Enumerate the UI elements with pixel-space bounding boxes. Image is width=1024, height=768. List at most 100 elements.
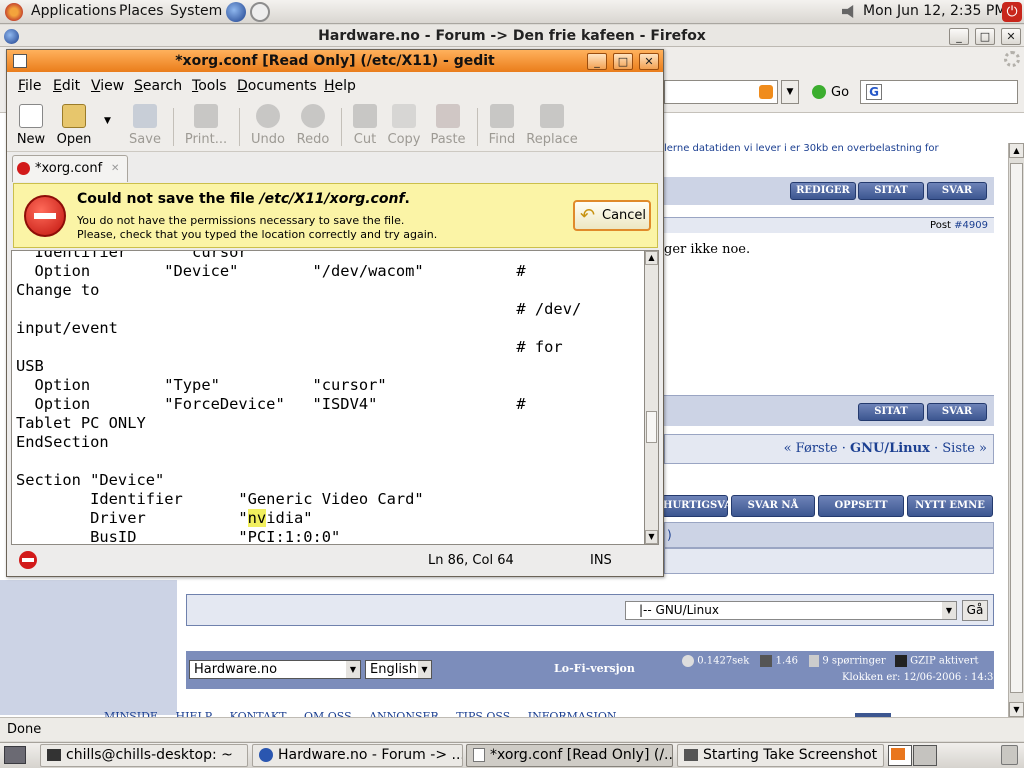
- task-terminal[interactable]: chills@chills-desktop: ~: [40, 744, 248, 767]
- gedit-maximize-button[interactable]: □: [613, 53, 633, 70]
- load-icon: [760, 655, 773, 667]
- ubuntu-logo-icon[interactable]: [5, 3, 23, 21]
- menu-applications[interactable]: Applications: [31, 3, 117, 19]
- firefox-close-button[interactable]: ✕: [1001, 28, 1021, 45]
- google-search-icon[interactable]: G: [866, 84, 882, 100]
- post-text: ger ikke noe.: [664, 242, 751, 257]
- scissors-icon: [353, 104, 377, 128]
- replace-icon: [540, 104, 564, 128]
- time-icon: [682, 655, 694, 667]
- menu-system[interactable]: System: [170, 3, 222, 19]
- site-select[interactable]: Hardware.no ▼: [189, 660, 361, 679]
- gedit-minimize-button[interactable]: _: [587, 53, 607, 70]
- hurtigsvar-button[interactable]: HURTIGSVAR: [662, 495, 740, 517]
- sitat-button-2[interactable]: SITAT: [858, 403, 924, 421]
- firefox-statusbar: Done: [0, 717, 1024, 741]
- menu-file[interactable]: File: [18, 78, 41, 94]
- top-panel: Applications Places System Mon Jun 12, 2…: [0, 0, 1024, 24]
- document-tab[interactable]: *xorg.conf ✕: [12, 155, 128, 182]
- power-icon[interactable]: ⏻: [1002, 2, 1022, 22]
- task-gedit[interactable]: *xorg.conf [Read Only] (/...: [466, 744, 673, 767]
- pager-section[interactable]: GNU/Linux: [850, 441, 930, 456]
- stat-queries: 9 spørringer: [822, 655, 886, 667]
- post-number-link[interactable]: #4909: [954, 220, 988, 231]
- gedit-menubar: File Edit View Search Tools Documents He…: [7, 72, 663, 100]
- volume-icon[interactable]: [842, 5, 854, 18]
- nytt-emne-button[interactable]: NYTT EMNE: [907, 495, 993, 517]
- cancel-button[interactable]: ↶ Cancel: [573, 200, 651, 231]
- jump-select[interactable]: |-- GNU/Linux ▼: [625, 601, 957, 620]
- rediger-button[interactable]: REDIGER: [790, 182, 856, 200]
- firefox-title: Hardware.no - Forum -> Den frie kafeen -…: [318, 28, 706, 44]
- pager-first[interactable]: « Første: [784, 441, 838, 456]
- firefox-minimize-button[interactable]: _: [949, 28, 969, 45]
- menu-help[interactable]: Help: [324, 78, 356, 94]
- firefox-maximize-button[interactable]: □: [975, 28, 995, 45]
- open-button[interactable]: Open: [55, 102, 93, 147]
- find-button[interactable]: Find: [486, 102, 518, 147]
- gzip-icon: [894, 655, 907, 667]
- firefox-launcher-icon[interactable]: [226, 2, 246, 22]
- menu-search[interactable]: Search: [134, 78, 182, 94]
- footer-links[interactable]: MINSIDE HJELP KONTAKT OM OSS ANNONSER TI…: [104, 710, 904, 717]
- paste-button[interactable]: Paste: [429, 102, 467, 147]
- copy-button[interactable]: Copy: [387, 102, 421, 147]
- task-screenshot[interactable]: Starting Take Screenshot: [677, 744, 884, 767]
- go-icon[interactable]: [812, 85, 826, 99]
- stats-row: 0.1427sek 1.46 9 spørringer GZIP aktiver…: [682, 655, 992, 667]
- editor-vertical-scrollbar[interactable]: ▲ ▼: [645, 250, 659, 545]
- firefox-scroll-thumb[interactable]: [1010, 163, 1023, 693]
- cut-button[interactable]: Cut: [350, 102, 380, 147]
- replace-button[interactable]: Replace: [525, 102, 579, 147]
- show-desktop-icon[interactable]: [4, 746, 26, 764]
- error-icon: [24, 195, 66, 237]
- rss-icon[interactable]: [759, 85, 773, 99]
- gedit-app-icon: [13, 54, 27, 68]
- firefox-titlebar[interactable]: Hardware.no - Forum -> Den frie kafeen -…: [0, 25, 1024, 47]
- oppsett-button[interactable]: OPPSETT: [818, 495, 904, 517]
- redo-button[interactable]: Redo: [294, 102, 332, 147]
- read-only-icon: [17, 162, 30, 175]
- trash-icon[interactable]: [1001, 745, 1018, 765]
- error-line-2: Please, check that you typed the locatio…: [77, 228, 438, 241]
- url-history-button[interactable]: ▼: [781, 80, 799, 104]
- svar-button-2[interactable]: SVAR: [927, 403, 987, 421]
- text-editor[interactable]: Identifier "cursor" Option "Device" "/de…: [11, 250, 645, 545]
- editor-scroll-thumb[interactable]: [646, 411, 657, 443]
- tab-close-icon[interactable]: ✕: [111, 156, 119, 181]
- new-document-icon: [19, 104, 43, 128]
- menu-places[interactable]: Places: [119, 3, 164, 19]
- svar-na-button[interactable]: SVAR NÅ: [731, 495, 815, 517]
- menu-view[interactable]: View: [91, 78, 124, 94]
- gedit-titlebar[interactable]: *xorg.conf [Read Only] (/etc/X11) - gedi…: [7, 50, 663, 72]
- print-button[interactable]: Print...: [183, 102, 229, 147]
- workspace-switcher[interactable]: [888, 745, 912, 766]
- open-recent-arrow[interactable]: ▼: [104, 116, 111, 126]
- jump-go-button[interactable]: Gå: [962, 600, 988, 621]
- search-bar[interactable]: [860, 80, 1018, 104]
- menu-tools[interactable]: Tools: [192, 78, 227, 94]
- svar-button[interactable]: SVAR: [927, 182, 987, 200]
- task-firefox[interactable]: Hardware.no - Forum -> ...: [252, 744, 463, 767]
- pager-last[interactable]: Siste »: [942, 441, 987, 456]
- workspace-switcher-2[interactable]: [913, 745, 937, 766]
- go-button[interactable]: Go: [831, 85, 849, 100]
- new-button[interactable]: New: [15, 102, 47, 147]
- menu-edit[interactable]: Edit: [53, 78, 80, 94]
- undo-button[interactable]: Undo: [249, 102, 287, 147]
- firefox-vertical-scrollbar[interactable]: ▲ ▼: [1008, 143, 1024, 717]
- menu-documents[interactable]: Documents: [237, 78, 317, 94]
- insert-mode: INS: [590, 553, 612, 568]
- gedit-title: *xorg.conf [Read Only] (/etc/X11) - gedi…: [175, 53, 495, 69]
- screenshot-launcher-icon[interactable]: [250, 2, 270, 22]
- sitat-button[interactable]: SITAT: [858, 182, 924, 200]
- gedit-close-button[interactable]: ✕: [639, 53, 659, 70]
- language-select[interactable]: English ▼: [365, 660, 432, 679]
- paste-icon: [436, 104, 460, 128]
- save-button[interactable]: Save: [128, 102, 162, 147]
- error-infobar: Could not save the file /etc/X11/xorg.co…: [13, 183, 658, 248]
- clock[interactable]: Mon Jun 12, 2:35 PM: [863, 3, 1006, 19]
- lofi-link[interactable]: Lo-Fi-versjon: [554, 662, 635, 675]
- throbber-icon: [1004, 51, 1020, 67]
- error-line-1: You do not have the permissions necessar…: [77, 214, 405, 227]
